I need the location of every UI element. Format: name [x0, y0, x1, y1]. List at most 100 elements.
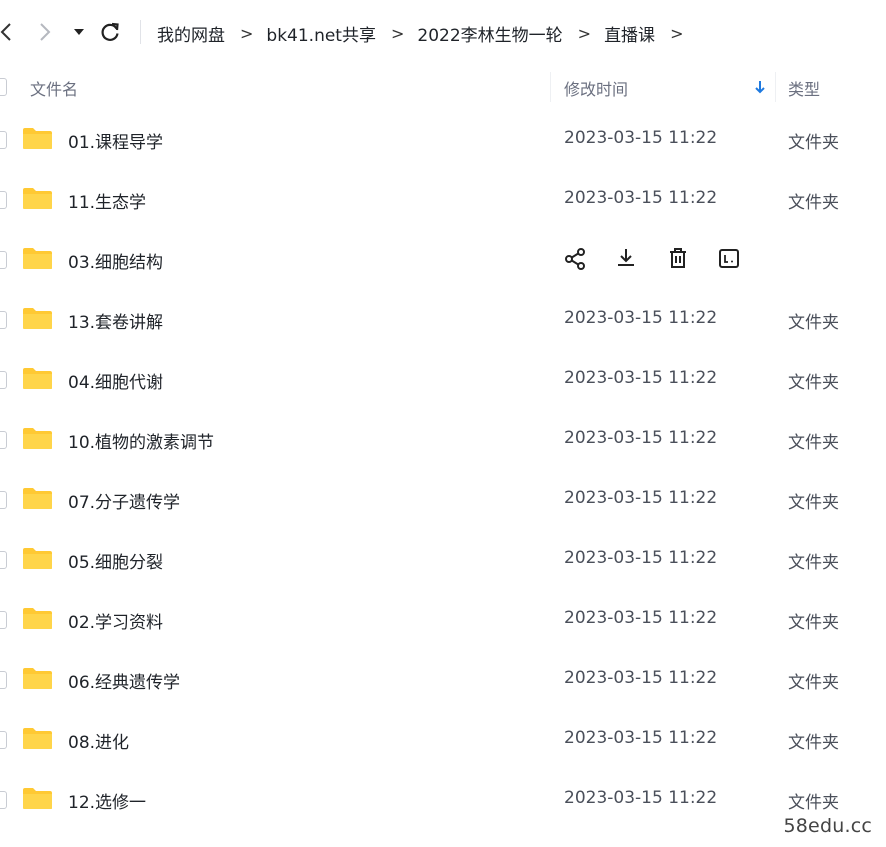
row-checkbox[interactable]	[0, 611, 7, 629]
file-row[interactable]: 13.套卷讲解 2023-03-15 11:22 文件夹	[0, 290, 886, 350]
row-checkbox[interactable]	[0, 671, 7, 689]
file-row[interactable]: 04.细胞代谢 2023-03-15 11:22 文件夹	[0, 350, 886, 410]
back-button[interactable]	[0, 20, 18, 44]
select-all-checkbox[interactable]	[0, 78, 7, 96]
row-checkbox[interactable]	[0, 191, 7, 209]
breadcrumb-item-root[interactable]: 我的网盘	[157, 21, 225, 46]
folder-icon	[23, 248, 52, 269]
column-header-modified[interactable]: 修改时间	[564, 76, 628, 100]
folder-icon	[23, 128, 52, 149]
file-type: 文件夹	[788, 733, 839, 753]
share-button[interactable]	[562, 245, 588, 271]
file-modified-time: 2023-03-15 11:22	[564, 188, 718, 208]
file-type: 文件夹	[788, 313, 839, 333]
breadcrumb-item-course[interactable]: 2022李林生物一轮	[417, 21, 562, 46]
row-checkbox[interactable]	[0, 491, 7, 509]
forward-button[interactable]	[33, 20, 57, 44]
row-checkbox[interactable]	[0, 731, 7, 749]
file-modified-time: 2023-03-15 11:22	[564, 128, 718, 148]
file-list-header: 文件名 修改时间 类型	[0, 62, 886, 112]
file-name[interactable]: 11.生态学	[68, 188, 146, 213]
file-type: 文件夹	[788, 193, 839, 213]
download-button[interactable]	[613, 245, 639, 271]
row-checkbox[interactable]	[0, 131, 7, 149]
toolbar: 我的网盘 > bk41.net共享 > 2022李林生物一轮 > 直播课 >	[0, 0, 886, 62]
breadcrumb-item-share[interactable]: bk41.net共享	[266, 21, 376, 46]
file-modified-time: 2023-03-15 11:22	[564, 608, 718, 628]
file-type: 文件夹	[788, 373, 839, 393]
row-checkbox[interactable]	[0, 311, 7, 329]
row-checkbox[interactable]	[0, 551, 7, 569]
breadcrumb-separator: >	[240, 23, 254, 43]
share-icon	[565, 248, 585, 270]
breadcrumb-item-current[interactable]: 直播课	[604, 21, 655, 46]
file-modified-time: 2023-03-15 11:22	[564, 488, 718, 508]
file-name[interactable]: 03.细胞结构	[68, 248, 163, 273]
file-name[interactable]: 07.分子遗传学	[68, 488, 180, 513]
file-name[interactable]: 08.进化	[68, 728, 129, 753]
file-name[interactable]: 04.细胞代谢	[68, 368, 163, 393]
file-type: 文件夹	[788, 673, 839, 693]
refresh-icon	[101, 22, 119, 41]
file-row[interactable]: 06.经典遗传学 2023-03-15 11:22 文件夹	[0, 650, 886, 710]
file-type: 文件夹	[788, 793, 839, 813]
file-name[interactable]: 12.选修一	[68, 788, 146, 813]
file-row[interactable]: 07.分子遗传学 2023-03-15 11:22 文件夹	[0, 470, 886, 530]
folder-icon	[23, 368, 52, 389]
file-modified-time: 2023-03-15 11:22	[564, 548, 718, 568]
file-name[interactable]: 06.经典遗传学	[68, 668, 180, 693]
arrow-down-icon	[755, 81, 765, 94]
row-checkbox[interactable]	[0, 371, 7, 389]
file-name[interactable]: 13.套卷讲解	[68, 308, 163, 333]
file-name[interactable]: 10.植物的激素调节	[68, 428, 214, 453]
file-name[interactable]: 02.学习资料	[68, 608, 163, 633]
watermark-text: 58edu.cc	[783, 815, 872, 837]
column-header-type[interactable]: 类型	[788, 76, 820, 100]
file-row[interactable]: 05.细胞分裂 2023-03-15 11:22 文件夹	[0, 530, 886, 590]
refresh-button[interactable]	[98, 20, 122, 44]
file-type: 文件夹	[788, 613, 839, 633]
folder-icon	[23, 668, 52, 689]
file-type: 文件夹	[788, 433, 839, 453]
breadcrumb-separator: >	[390, 23, 405, 43]
sort-toggle[interactable]	[754, 79, 766, 98]
folder-icon	[23, 308, 52, 329]
caret-down-icon	[74, 29, 84, 35]
file-type: 文件夹	[788, 553, 839, 573]
row-checkbox[interactable]	[0, 791, 7, 809]
folder-icon	[23, 728, 52, 749]
breadcrumb-separator[interactable]: >	[670, 24, 683, 43]
row-checkbox[interactable]	[0, 251, 7, 269]
file-row[interactable]: 03.细胞结构	[0, 230, 886, 290]
delete-button[interactable]	[665, 245, 691, 271]
file-row[interactable]: 12.选修一 2023-03-15 11:22 文件夹	[0, 770, 886, 830]
folder-icon	[23, 788, 52, 809]
file-modified-time: 2023-03-15 11:22	[564, 428, 718, 448]
rename-button[interactable]	[716, 245, 742, 271]
file-name[interactable]: 05.细胞分裂	[68, 548, 163, 573]
rename-icon	[719, 249, 739, 268]
column-divider[interactable]	[775, 72, 776, 102]
column-header-name[interactable]: 文件名	[30, 76, 78, 100]
file-row[interactable]: 10.植物的激素调节 2023-03-15 11:22 文件夹	[0, 410, 886, 470]
download-icon	[618, 249, 634, 266]
file-row[interactable]: 08.进化 2023-03-15 11:22 文件夹	[0, 710, 886, 770]
breadcrumb-separator: >	[577, 23, 592, 43]
file-row[interactable]: 01.课程导学 2023-03-15 11:22 文件夹	[0, 110, 886, 170]
history-dropdown-button[interactable]	[67, 20, 91, 44]
file-name[interactable]: 01.课程导学	[68, 128, 163, 153]
chevron-left-icon	[0, 23, 11, 41]
file-modified-time: 2023-03-15 11:22	[564, 728, 718, 748]
chevron-right-icon	[40, 23, 51, 41]
file-row[interactable]: 11.生态学 2023-03-15 11:22 文件夹	[0, 170, 886, 230]
folder-icon	[23, 548, 52, 569]
row-checkbox[interactable]	[0, 431, 7, 449]
file-modified-time: 2023-03-15 11:22	[564, 668, 718, 688]
column-divider[interactable]	[550, 72, 551, 102]
file-modified-time: 2023-03-15 11:22	[564, 788, 718, 808]
breadcrumb: 我的网盘 > bk41.net共享 > 2022李林生物一轮 > 直播课 >	[157, 19, 696, 47]
folder-icon	[23, 188, 52, 209]
file-row[interactable]: 02.学习资料 2023-03-15 11:22 文件夹	[0, 590, 886, 650]
folder-icon	[23, 488, 52, 509]
file-type: 文件夹	[788, 133, 839, 153]
